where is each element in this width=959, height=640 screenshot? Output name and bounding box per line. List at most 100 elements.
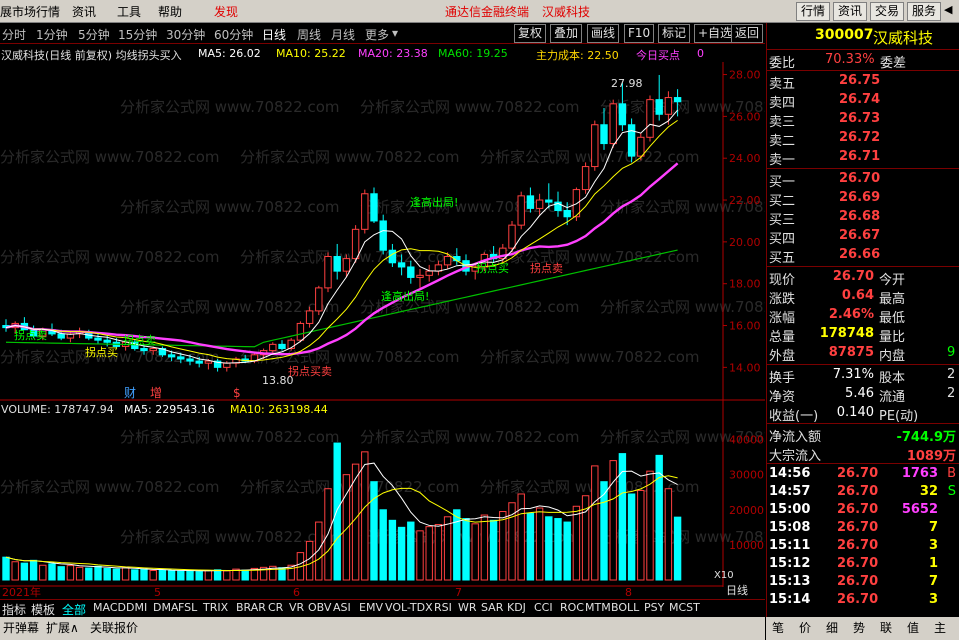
indicator-tab[interactable]: MCST bbox=[669, 601, 700, 614]
tab-15min[interactable]: 15分钟 bbox=[118, 26, 157, 43]
f10-button[interactable]: F10 bbox=[624, 24, 655, 43]
tick-price: 26.70 bbox=[837, 538, 879, 553]
ask-row[interactable]: 卖五 26.75 bbox=[767, 72, 959, 92]
stat-row: 现价 26.70 今开 bbox=[767, 268, 959, 288]
indicator-tab[interactable]: SAR bbox=[481, 601, 503, 614]
quote-tab[interactable]: 势 bbox=[853, 619, 865, 636]
candle-body bbox=[591, 124, 599, 168]
tab-1min[interactable]: 1分钟 bbox=[36, 26, 68, 43]
quote-tab[interactable]: 主 bbox=[934, 619, 946, 636]
tab-intraday[interactable]: 分时 bbox=[2, 26, 26, 43]
quote-tab[interactable]: 值 bbox=[907, 619, 919, 636]
high-price-label: 27.98 bbox=[611, 77, 643, 90]
indicator-tab[interactable]: WR bbox=[458, 601, 477, 614]
indicator-tab[interactable]: CCI bbox=[534, 601, 553, 614]
candle-body bbox=[545, 199, 553, 203]
quote-tab[interactable]: 细 bbox=[826, 619, 838, 636]
indicator-tab[interactable]: 指标 bbox=[2, 601, 26, 618]
indicator-tab[interactable]: OBV bbox=[308, 601, 331, 614]
indicator-tab[interactable]: FSL bbox=[178, 601, 197, 614]
indicator-tab[interactable]: ROC bbox=[560, 601, 584, 614]
tab-5min[interactable]: 5分钟 bbox=[78, 26, 110, 43]
tab-weekly[interactable]: 周线 bbox=[297, 26, 321, 43]
indicator-tab[interactable]: 全部 bbox=[62, 601, 86, 618]
tab-more[interactable]: 更多 bbox=[365, 26, 389, 43]
danmaku-toggle[interactable]: 开弹幕 bbox=[3, 619, 39, 636]
kline-chart[interactable]: 分析家公式网 www.70822.com 分析家公式网 www.70822.com… bbox=[0, 62, 765, 599]
ask-row[interactable]: 卖二 26.72 bbox=[767, 129, 959, 149]
service-button[interactable]: 服务 bbox=[907, 2, 942, 21]
quote-tab[interactable]: 笔 bbox=[772, 619, 784, 636]
indicator-tab[interactable]: PSY bbox=[644, 601, 664, 614]
quote-tab[interactable]: 联 bbox=[880, 619, 892, 636]
adjust-button[interactable]: 复权 bbox=[514, 24, 547, 43]
bid-row[interactable]: 买三 26.68 bbox=[767, 208, 959, 228]
quote-button[interactable]: 行情 bbox=[796, 2, 831, 21]
ask-row[interactable]: 卖四 26.74 bbox=[767, 91, 959, 111]
bid-row[interactable]: 买五 26.66 bbox=[767, 246, 959, 266]
indicator-tab[interactable]: VOL-TDX bbox=[385, 601, 433, 614]
menu-info[interactable]: 资讯 bbox=[72, 3, 96, 20]
menu-scroll-icon[interactable]: ◀ bbox=[944, 3, 952, 16]
expand-toggle[interactable]: 扩展∧ bbox=[46, 619, 79, 636]
volume-bar bbox=[517, 493, 525, 581]
tab-60min[interactable]: 60分钟 bbox=[214, 26, 253, 43]
related-quote-button[interactable]: 关联报价 bbox=[90, 619, 138, 636]
draw-button[interactable]: 画线 bbox=[587, 24, 620, 43]
indicator-tab[interactable]: MACD bbox=[93, 601, 126, 614]
volume-bar bbox=[480, 514, 489, 581]
cost-label: 主力成本: 22.50 bbox=[536, 49, 619, 62]
finance-marker[interactable]: 财 bbox=[124, 386, 136, 400]
tab-30min[interactable]: 30分钟 bbox=[166, 26, 205, 43]
indicator-tab[interactable]: MTM bbox=[585, 601, 611, 614]
ask-row[interactable]: 卖一 26.71 bbox=[767, 148, 959, 168]
stat2-label-2: 流通 bbox=[879, 390, 906, 405]
period-label[interactable]: 日线 bbox=[726, 583, 748, 597]
indicator-tab[interactable]: DMI bbox=[126, 601, 147, 614]
volume-bar bbox=[535, 507, 544, 581]
stat-value: 26.70 bbox=[832, 269, 874, 284]
bid-row[interactable]: 买一 26.70 bbox=[767, 170, 959, 190]
menu-discover[interactable]: 发现 bbox=[214, 3, 238, 20]
indicator-tab[interactable]: CR bbox=[268, 601, 283, 614]
add-watchlist-button[interactable]: +自选 bbox=[694, 24, 737, 43]
indicator-tab[interactable]: RSI bbox=[434, 601, 452, 614]
overlay-button[interactable]: 叠加 bbox=[550, 24, 583, 43]
indicator-tab[interactable]: 模板 bbox=[31, 601, 55, 618]
menu-market[interactable]: 展市场行情 bbox=[0, 3, 60, 20]
stat-label-2: 内盘 bbox=[879, 349, 906, 364]
trade-button[interactable]: 交易 bbox=[870, 2, 905, 21]
indicator-tab[interactable]: DMA bbox=[153, 601, 179, 614]
info-button[interactable]: 资讯 bbox=[833, 2, 868, 21]
increase-marker[interactable]: 增 bbox=[150, 386, 162, 400]
bid-price: 26.69 bbox=[839, 190, 881, 205]
volume-bar bbox=[195, 571, 203, 581]
ask-label: 卖五 bbox=[769, 77, 796, 92]
volume-tick: 10000 bbox=[729, 539, 764, 552]
tick-price: 26.70 bbox=[837, 556, 879, 571]
tab-daily[interactable]: 日线 bbox=[262, 26, 286, 43]
buy-point-value: 0 bbox=[697, 47, 704, 60]
tab-monthly[interactable]: 月线 bbox=[331, 26, 355, 43]
bid-label: 买五 bbox=[769, 251, 796, 266]
indicator-tab[interactable]: TRIX bbox=[203, 601, 228, 614]
bid-row[interactable]: 买四 26.67 bbox=[767, 227, 959, 247]
ma10-label: MA10: 25.22 bbox=[276, 47, 346, 60]
dividend-marker[interactable]: $ bbox=[233, 386, 241, 400]
indicator-tab[interactable]: ASI bbox=[333, 601, 351, 614]
quote-tab[interactable]: 价 bbox=[799, 619, 811, 636]
ask-label: 卖一 bbox=[769, 153, 796, 168]
more-dropdown-icon[interactable]: ▾ bbox=[392, 26, 398, 40]
menu-tools[interactable]: 工具 bbox=[117, 3, 141, 20]
indicator-tab[interactable]: KDJ bbox=[507, 601, 526, 614]
back-button[interactable]: 返回 bbox=[731, 24, 764, 43]
ask-row[interactable]: 卖三 26.73 bbox=[767, 110, 959, 130]
menu-help[interactable]: 帮助 bbox=[158, 3, 182, 20]
mark-button[interactable]: 标记 bbox=[658, 24, 691, 43]
indicator-tab[interactable]: BRAR bbox=[236, 601, 266, 614]
ask-label: 卖四 bbox=[769, 96, 796, 111]
bid-row[interactable]: 买二 26.69 bbox=[767, 189, 959, 209]
indicator-tab[interactable]: VR bbox=[289, 601, 304, 614]
indicator-tab[interactable]: EMV bbox=[359, 601, 383, 614]
indicator-tab[interactable]: BOLL bbox=[611, 601, 639, 614]
